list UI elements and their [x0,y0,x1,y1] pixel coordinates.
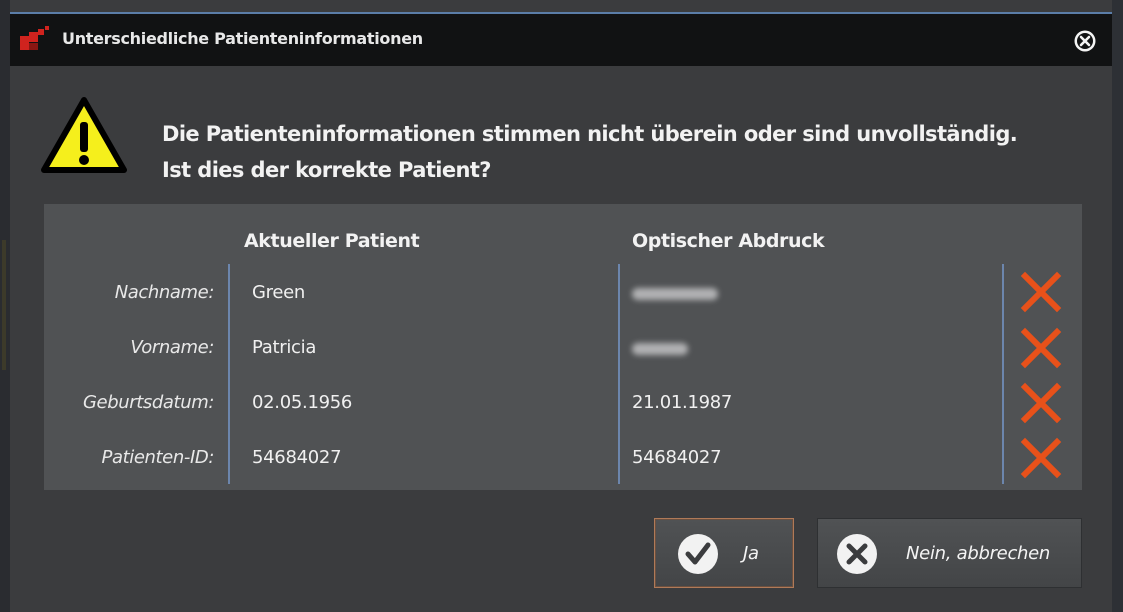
row-label-patienten-id: Patienten-ID: [101,447,215,468]
mismatch-x-icon [1020,382,1062,424]
close-icon[interactable] [1070,26,1100,56]
no-cancel-button-label: Nein, abbrechen [906,543,1051,564]
row-label-nachname: Nachname: [114,282,215,303]
background-edge-right [1112,0,1123,612]
yes-button-label: Ja [743,543,759,564]
cross-circle-icon [837,534,877,574]
current-vorname-value: Patricia [252,337,317,358]
current-patienten-id-value: 54684027 [252,447,342,468]
background-accent [2,240,6,370]
row-label-geburtsdatum: Geburtsdatum: [82,392,214,413]
column-divider [228,264,230,484]
column-divider [1002,264,1004,484]
mismatch-x-icon [1020,327,1062,369]
row-label-vorname: Vorname: [130,337,214,358]
checkmark-circle-icon [678,534,718,574]
warning-message-line2: Ist dies der korrekte Patient? [162,158,491,182]
warning-message: Die Patienteninformationen stimmen nicht… [162,116,1018,188]
warning-message-line1: Die Patienteninformationen stimmen nicht… [162,122,1018,146]
mismatch-x-icon [1020,271,1062,313]
column-divider [618,264,620,484]
column-header-optical-impression: Optischer Abdruck [632,230,825,252]
yes-button[interactable]: Ja [654,518,794,588]
warning-icon [41,97,127,173]
optical-patienten-id-value: 54684027 [632,447,722,468]
column-header-current-patient: Aktueller Patient [244,230,420,252]
current-geburtsdatum-value: 02.05.1956 [252,392,353,413]
optical-geburtsdatum-value: 21.01.1987 [632,392,733,413]
current-nachname-value: Green [252,282,306,303]
mismatch-x-icon [1020,437,1062,479]
optical-vorname-blurred [632,343,688,355]
no-cancel-button[interactable]: Nein, abbrechen [817,518,1082,588]
app-logo-icon [20,26,49,50]
optical-nachname-blurred [632,288,718,300]
dialog-title: Unterschiedliche Patienteninformationen [62,29,423,48]
